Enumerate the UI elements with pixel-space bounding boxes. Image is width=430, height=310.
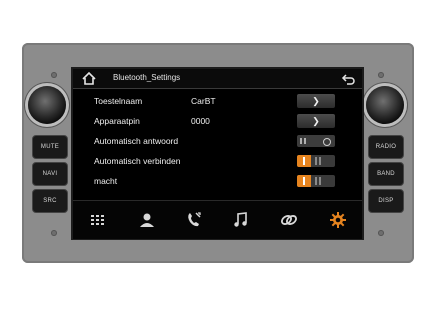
setting-label: macht (94, 176, 118, 186)
screw-bottom-right (378, 230, 384, 236)
title-bar: Bluetooth_Settings (73, 69, 362, 89)
edit-device-pin-button[interactable]: ❯ (297, 114, 335, 128)
mute-button[interactable]: MUTE (32, 135, 68, 159)
call-log-icon[interactable] (183, 209, 205, 231)
bottom-dock (73, 200, 362, 239)
setting-value: CarBT (191, 96, 216, 106)
auto-answer-toggle[interactable] (297, 135, 335, 147)
page-title: Bluetooth_Settings (113, 73, 181, 82)
setting-row-power: macht (73, 172, 362, 191)
chevron-right-icon: ❯ (312, 95, 320, 106)
back-icon[interactable] (341, 72, 355, 85)
disp-button[interactable]: DISP (368, 189, 404, 213)
music-icon[interactable] (230, 209, 252, 231)
contacts-icon[interactable] (136, 209, 158, 231)
setting-row-device-name: Toestelnaam CarBT ❯ (73, 92, 362, 111)
setting-label: Automatisch verbinden (94, 156, 181, 166)
apps-grid-icon[interactable] (87, 209, 109, 231)
auto-connect-toggle[interactable] (297, 155, 335, 167)
setting-row-device-pin: Apparaatpin 0000 ❯ (73, 112, 362, 131)
setting-row-auto-answer: Automatisch antwoord (73, 132, 362, 151)
link-icon[interactable] (278, 209, 300, 231)
setting-value: 0000 (191, 116, 210, 126)
setting-label: Toestelnaam (94, 96, 143, 106)
home-icon[interactable] (81, 71, 97, 86)
setting-row-auto-connect: Automatisch verbinden (73, 152, 362, 171)
screw-bottom-left (51, 230, 57, 236)
screw-top-left (51, 72, 57, 78)
touch-screen: Bluetooth_Settings Toestelnaam CarBT ❯ A… (71, 67, 364, 240)
band-button[interactable]: BAND (368, 162, 404, 186)
chevron-right-icon: ❯ (312, 115, 320, 126)
tune-knob[interactable] (366, 86, 404, 124)
setting-label: Automatisch antwoord (94, 136, 179, 146)
navi-button[interactable]: NAVI (32, 162, 68, 186)
power-toggle[interactable] (297, 175, 335, 187)
src-button[interactable]: SRC (32, 189, 68, 213)
volume-knob[interactable] (28, 86, 66, 124)
settings-gear-icon[interactable] (327, 209, 349, 231)
radio-button[interactable]: RADIO (368, 135, 404, 159)
setting-label: Apparaatpin (94, 116, 140, 126)
edit-device-name-button[interactable]: ❯ (297, 94, 335, 108)
screw-top-right (378, 72, 384, 78)
